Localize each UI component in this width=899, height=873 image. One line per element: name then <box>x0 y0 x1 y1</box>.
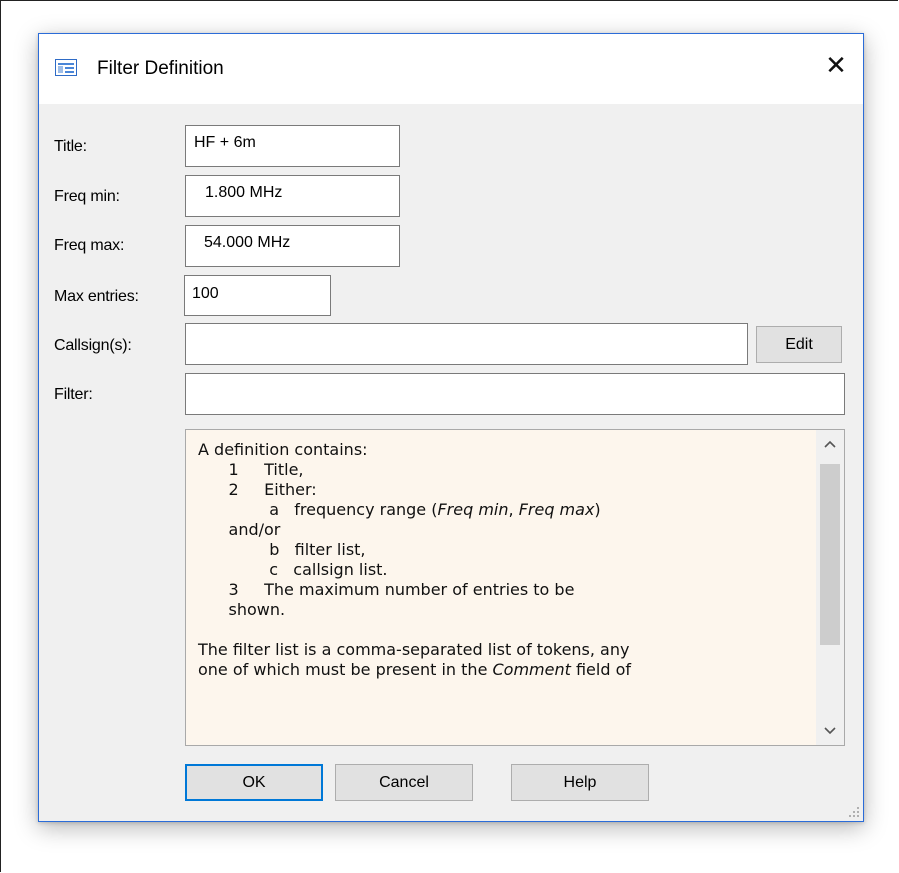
title-label: Title: <box>54 138 87 155</box>
form-window-icon <box>55 59 77 76</box>
freq-max-label: Freq max: <box>54 237 125 254</box>
scroll-down-arrow-icon[interactable] <box>816 717 844 745</box>
max-entries-value: 100 <box>192 285 219 302</box>
callsigns-label: Callsign(s): <box>54 337 132 354</box>
filter-label: Filter: <box>54 386 93 403</box>
close-button[interactable]: ✕ <box>809 34 863 96</box>
scroll-up-arrow-icon[interactable] <box>816 430 844 458</box>
resize-grip-icon[interactable] <box>847 805 859 817</box>
close-icon: ✕ <box>825 49 847 80</box>
edit-button[interactable]: Edit <box>756 326 842 363</box>
title-input[interactable]: HF + 6m <box>185 125 400 167</box>
title-input-value: HF + 6m <box>194 134 256 151</box>
freq-max-value: 54.000 MHz <box>204 234 291 251</box>
help-scrollbar[interactable] <box>816 430 844 745</box>
callsigns-input[interactable] <box>185 323 748 365</box>
freq-min-value: 1.800 MHz <box>205 184 283 201</box>
help-text-content: A definition contains: 1 Title, 2 Either… <box>198 440 632 679</box>
cancel-button[interactable]: Cancel <box>335 764 473 801</box>
filter-input[interactable] <box>185 373 845 415</box>
freq-min-input[interactable]: 1.800 MHz <box>185 175 400 217</box>
help-text-area[interactable]: A definition contains: 1 Title, 2 Either… <box>185 429 845 746</box>
scroll-thumb[interactable] <box>820 464 840 645</box>
title-bar[interactable]: Filter Definition ✕ <box>39 34 863 104</box>
ok-button[interactable]: OK <box>185 764 323 801</box>
help-button[interactable]: Help <box>511 764 649 801</box>
dialog-title: Filter Definition <box>97 58 224 79</box>
freq-min-label: Freq min: <box>54 188 120 205</box>
max-entries-label: Max entries: <box>54 288 139 305</box>
freq-max-input[interactable]: 54.000 MHz <box>185 225 400 267</box>
max-entries-input[interactable]: 100 <box>184 275 331 316</box>
filter-definition-dialog: Filter Definition ✕ Title: HF + 6m Freq … <box>38 33 864 822</box>
